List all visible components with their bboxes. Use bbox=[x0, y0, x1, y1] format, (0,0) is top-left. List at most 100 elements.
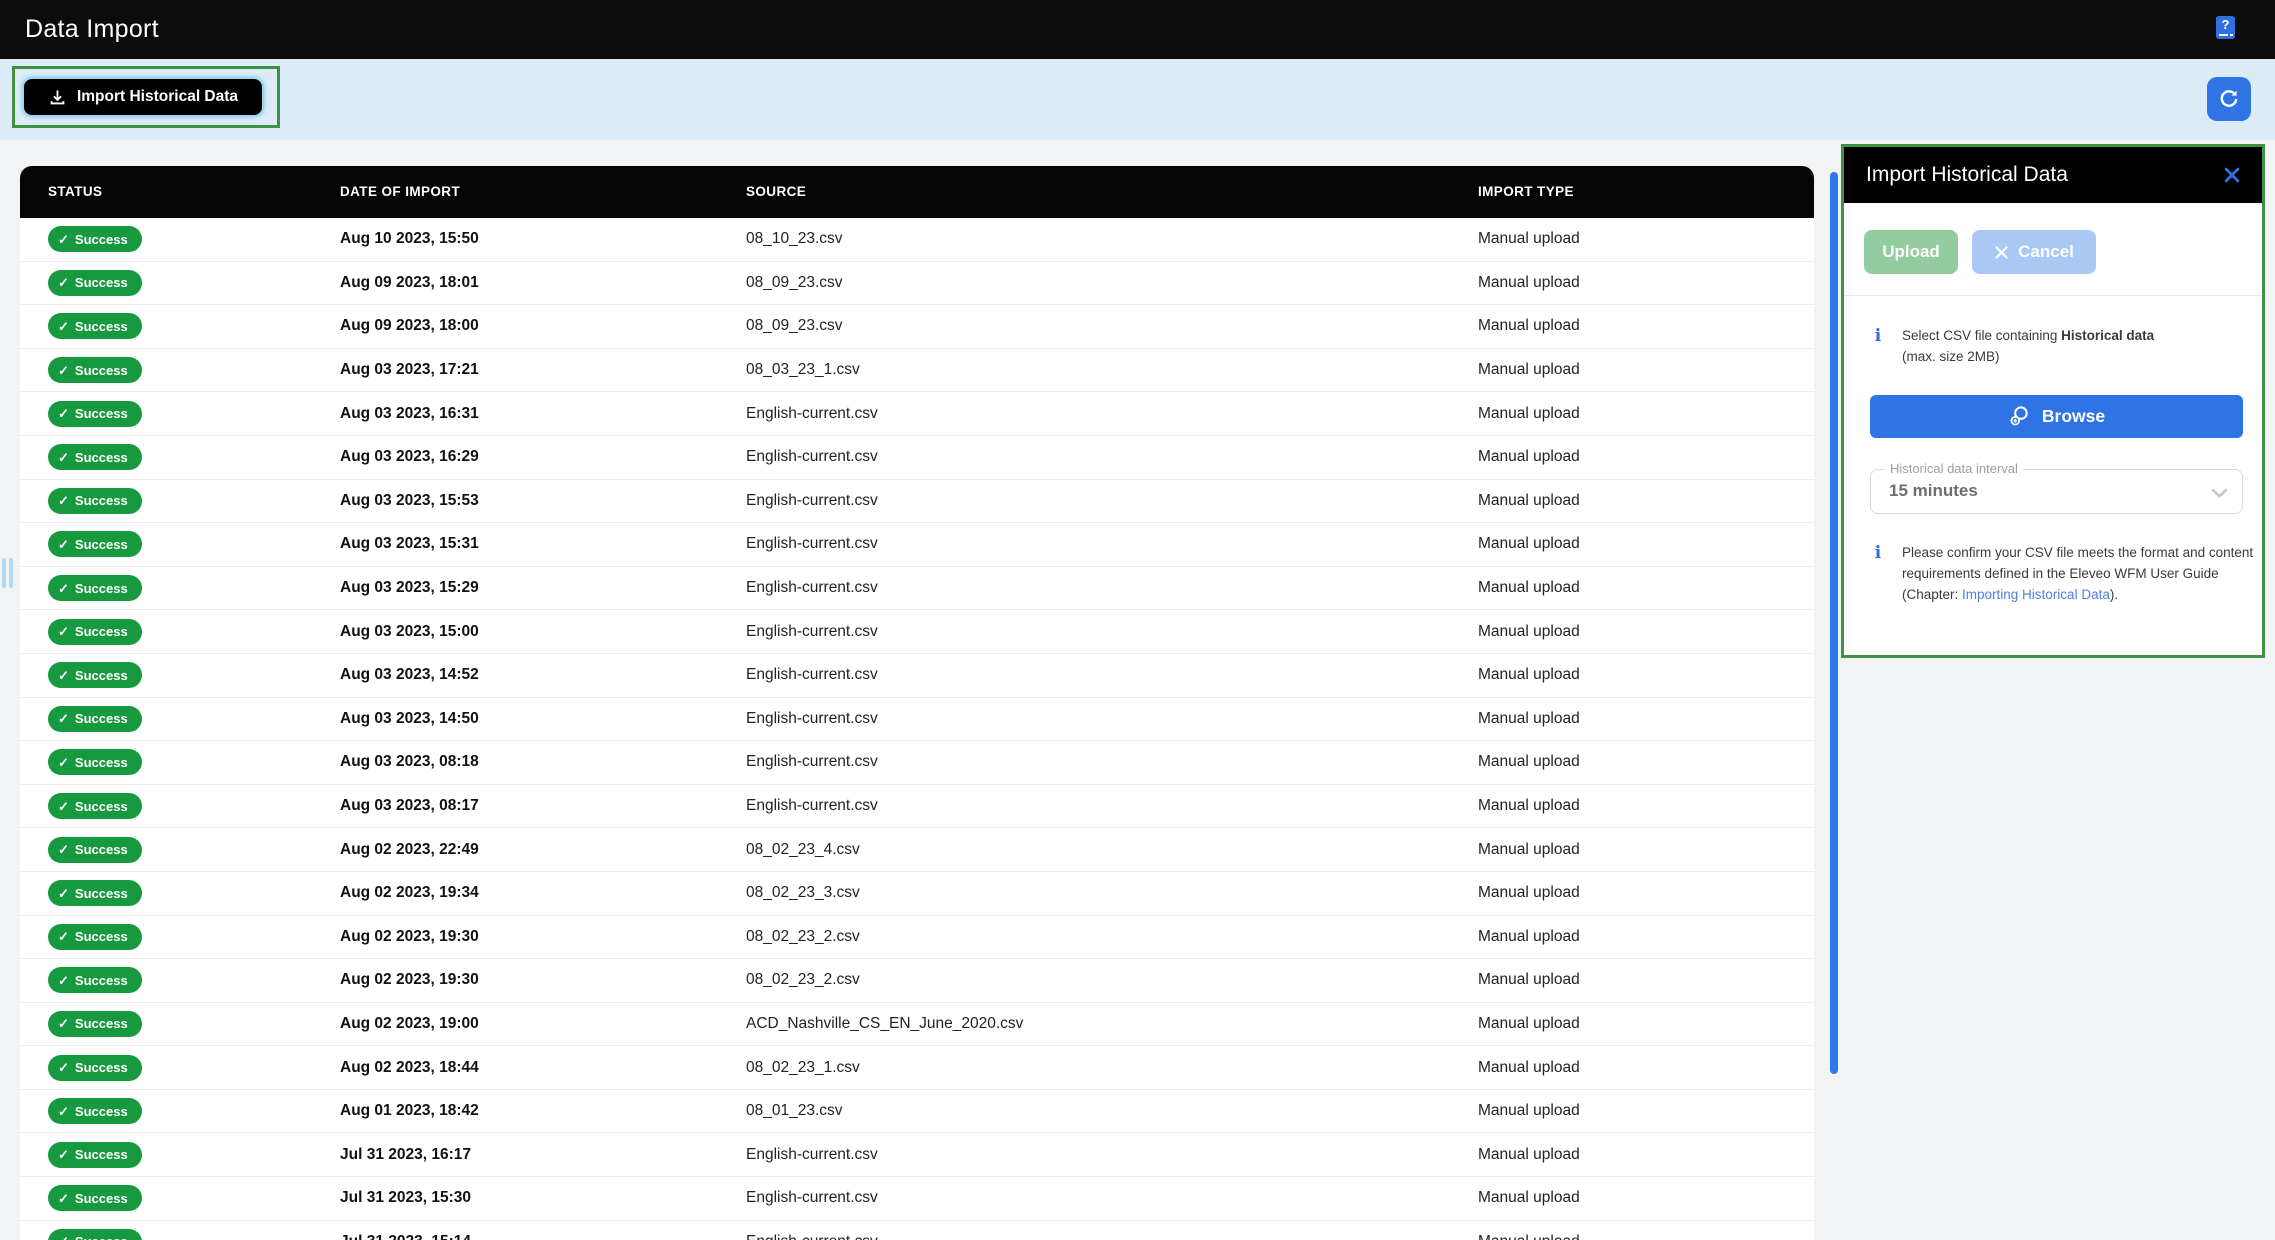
status-label: Success bbox=[75, 668, 128, 683]
status-badge: ✓ Success bbox=[48, 924, 142, 950]
status-label: Success bbox=[75, 711, 128, 726]
check-icon: ✓ bbox=[58, 800, 69, 813]
source-cell: English-current.csv bbox=[746, 579, 878, 597]
table-row: ✓ Success Aug 03 2023, 15:29 English-cur… bbox=[20, 567, 1814, 611]
table-row: ✓ Success Aug 03 2023, 14:50 English-cur… bbox=[20, 698, 1814, 742]
info-icon: i bbox=[1868, 326, 1888, 346]
date-of-import-cell: Aug 02 2023, 19:30 bbox=[340, 971, 479, 989]
table-row: ✓ Success Aug 02 2023, 19:30 08_02_23_2.… bbox=[20, 959, 1814, 1003]
import-historical-data-button[interactable]: Import Historical Data bbox=[22, 77, 264, 117]
date-of-import-cell: Aug 02 2023, 22:49 bbox=[340, 841, 479, 859]
status-label: Success bbox=[75, 1234, 128, 1240]
sidebar-drag-handle[interactable] bbox=[2, 558, 13, 588]
status-label: Success bbox=[75, 755, 128, 770]
table-row: ✓ Success Aug 03 2023, 17:21 08_03_23_1.… bbox=[20, 349, 1814, 393]
status-badge: ✓ Success bbox=[48, 575, 142, 601]
status-label: Success bbox=[75, 406, 128, 421]
table-row: ✓ Success Aug 10 2023, 15:50 08_10_23.cs… bbox=[20, 218, 1814, 262]
check-icon: ✓ bbox=[58, 756, 69, 769]
import-type-cell: Manual upload bbox=[1478, 797, 1580, 815]
source-cell: English-current.csv bbox=[746, 1146, 878, 1164]
import-type-cell: Manual upload bbox=[1478, 1059, 1580, 1077]
importing-historical-data-link[interactable]: Importing Historical Data bbox=[1962, 587, 2110, 602]
date-of-import-cell: Aug 02 2023, 18:44 bbox=[340, 1059, 479, 1077]
check-icon: ✓ bbox=[58, 276, 69, 289]
status-badge: ✓ Success bbox=[48, 401, 142, 427]
toolbar: Import Historical Data bbox=[0, 59, 2275, 140]
source-cell: English-current.csv bbox=[746, 666, 878, 684]
upload-button[interactable]: Upload bbox=[1864, 230, 1958, 274]
table-header: STATUS DATE OF IMPORT SOURCE IMPORT TYPE bbox=[20, 166, 1814, 218]
status-badge: ✓ Success bbox=[48, 1229, 142, 1240]
browse-button[interactable]: Browse bbox=[1870, 395, 2243, 438]
status-badge: ✓ Success bbox=[48, 1142, 142, 1168]
import-type-cell: Manual upload bbox=[1478, 361, 1580, 379]
date-of-import-cell: Aug 03 2023, 15:53 bbox=[340, 492, 479, 510]
status-label: Success bbox=[75, 624, 128, 639]
date-of-import-cell: Jul 31 2023, 15:30 bbox=[340, 1189, 471, 1207]
column-header-status: STATUS bbox=[48, 166, 102, 218]
check-icon: ✓ bbox=[58, 625, 69, 638]
table-row: ✓ Success Jul 31 2023, 15:30 English-cur… bbox=[20, 1177, 1814, 1221]
import-type-cell: Manual upload bbox=[1478, 492, 1580, 510]
table-scrollbar-thumb[interactable] bbox=[1830, 172, 1838, 1074]
table-row: ✓ Success Aug 03 2023, 15:00 English-cur… bbox=[20, 610, 1814, 654]
cancel-label: Cancel bbox=[2018, 242, 2074, 262]
check-icon: ✓ bbox=[58, 712, 69, 725]
import-type-cell: Manual upload bbox=[1478, 1102, 1580, 1120]
status-label: Success bbox=[75, 1016, 128, 1031]
table-row: ✓ Success Aug 03 2023, 15:31 English-cur… bbox=[20, 523, 1814, 567]
status-badge: ✓ Success bbox=[48, 1185, 142, 1211]
import-type-cell: Manual upload bbox=[1478, 1233, 1580, 1240]
import-type-cell: Manual upload bbox=[1478, 666, 1580, 684]
source-cell: English-current.csv bbox=[746, 1189, 878, 1207]
import-type-cell: Manual upload bbox=[1478, 753, 1580, 771]
table-row: ✓ Success Aug 01 2023, 18:42 08_01_23.cs… bbox=[20, 1090, 1814, 1134]
status-label: Success bbox=[75, 232, 128, 247]
import-type-cell: Manual upload bbox=[1478, 448, 1580, 466]
check-icon: ✓ bbox=[58, 407, 69, 420]
check-icon: ✓ bbox=[58, 843, 69, 856]
help-guide-icon[interactable]: ? bbox=[2216, 16, 2235, 39]
status-label: Success bbox=[75, 1147, 128, 1162]
page-title: Data Import bbox=[25, 0, 159, 59]
source-cell: English-current.csv bbox=[746, 448, 878, 466]
import-history-table: STATUS DATE OF IMPORT SOURCE IMPORT TYPE… bbox=[20, 166, 1814, 1240]
column-header-type: IMPORT TYPE bbox=[1478, 166, 1574, 218]
table-row: ✓ Success Jul 31 2023, 15:14 English-cur… bbox=[20, 1221, 1814, 1240]
cancel-button[interactable]: Cancel bbox=[1972, 230, 2096, 274]
status-label: Success bbox=[75, 450, 128, 465]
status-label: Success bbox=[75, 363, 128, 378]
status-badge: ✓ Success bbox=[48, 662, 142, 688]
import-type-cell: Manual upload bbox=[1478, 1189, 1580, 1207]
interval-select[interactable]: Historical data interval 15 minutes bbox=[1870, 469, 2243, 514]
check-icon: ✓ bbox=[58, 1148, 69, 1161]
status-badge: ✓ Success bbox=[48, 749, 142, 775]
status-badge: ✓ Success bbox=[48, 488, 142, 514]
refresh-icon bbox=[2217, 87, 2241, 111]
refresh-button[interactable] bbox=[2207, 77, 2251, 121]
status-badge: ✓ Success bbox=[48, 531, 142, 557]
check-icon: ✓ bbox=[58, 1235, 69, 1240]
source-cell: 08_10_23.csv bbox=[746, 230, 843, 248]
data-import-screen: Data Import ? Import Historical Data bbox=[0, 0, 2275, 1240]
check-icon: ✓ bbox=[58, 887, 69, 900]
import-type-cell: Manual upload bbox=[1478, 884, 1580, 902]
source-cell: 08_02_23_1.csv bbox=[746, 1059, 860, 1077]
import-type-cell: Manual upload bbox=[1478, 841, 1580, 859]
check-icon: ✓ bbox=[58, 1061, 69, 1074]
import-type-cell: Manual upload bbox=[1478, 971, 1580, 989]
panel-header: Import Historical Data bbox=[1844, 147, 2262, 203]
download-icon bbox=[48, 88, 67, 107]
table-body: ✓ Success Aug 10 2023, 15:50 08_10_23.cs… bbox=[20, 218, 1814, 1240]
status-badge: ✓ Success bbox=[48, 706, 142, 732]
date-of-import-cell: Aug 03 2023, 16:31 bbox=[340, 405, 479, 423]
table-row: ✓ Success Aug 02 2023, 18:44 08_02_23_1.… bbox=[20, 1046, 1814, 1090]
date-of-import-cell: Aug 03 2023, 08:17 bbox=[340, 797, 479, 815]
date-of-import-cell: Aug 09 2023, 18:01 bbox=[340, 274, 479, 292]
status-badge: ✓ Success bbox=[48, 1055, 142, 1081]
status-label: Success bbox=[75, 319, 128, 334]
import-type-cell: Manual upload bbox=[1478, 274, 1580, 292]
close-icon[interactable] bbox=[2220, 163, 2244, 187]
table-row: ✓ Success Aug 02 2023, 19:00 ACD_Nashvil… bbox=[20, 1003, 1814, 1047]
